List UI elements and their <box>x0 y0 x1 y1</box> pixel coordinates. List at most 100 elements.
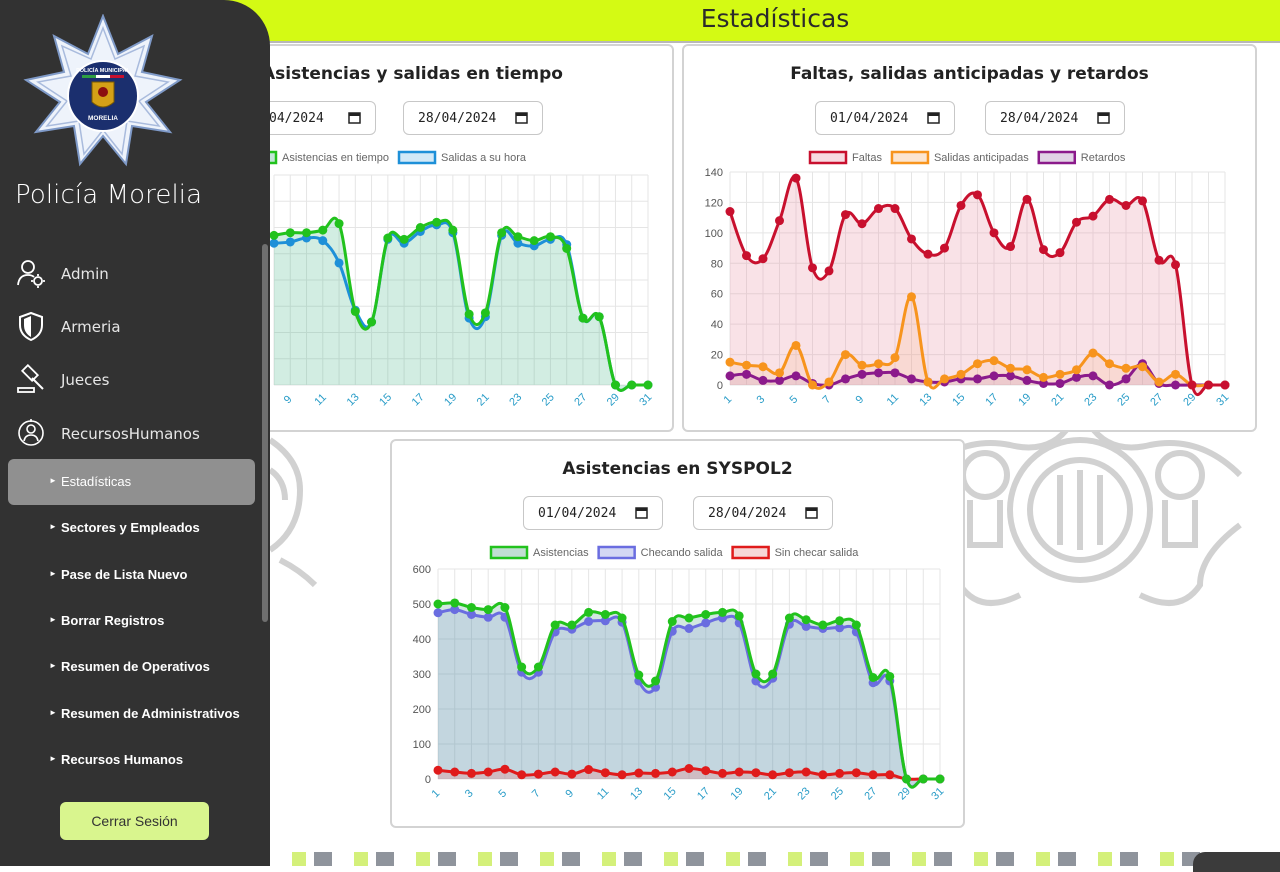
data-point <box>433 599 443 609</box>
legend-swatch <box>808 150 848 165</box>
data-point <box>594 312 604 322</box>
date-from-value: 04/2024 <box>269 111 324 126</box>
sidebar-item-jueces[interactable]: Jueces <box>0 360 260 400</box>
data-point <box>433 765 443 775</box>
x-tick-label: 27 <box>862 785 879 802</box>
data-point <box>989 356 999 366</box>
calendar-icon[interactable] <box>927 111 940 124</box>
data-point <box>973 190 982 200</box>
data-point <box>973 374 982 384</box>
data-point <box>717 607 727 617</box>
sidebar-subitem-sectores[interactable]: ► Sectores y Empleados <box>8 505 255 551</box>
x-tick-label: 23 <box>1082 391 1099 408</box>
logout-button[interactable]: Cerrar Sesión <box>60 802 209 840</box>
sidebar-subitem-borrar-registros[interactable]: ► Borrar Registros <box>8 598 255 644</box>
data-point <box>667 767 677 777</box>
data-point <box>801 767 811 777</box>
date-to-value: 28/04/2024 <box>1000 111 1079 126</box>
data-point <box>907 292 916 302</box>
x-tick-label: 13 <box>917 391 934 408</box>
x-tick-label: 27 <box>1148 391 1165 408</box>
date-from-input[interactable]: 01/04/2024 <box>815 101 955 135</box>
x-tick-label: 1 <box>429 787 442 800</box>
x-tick-label: 25 <box>1115 391 1132 408</box>
data-point <box>818 770 828 780</box>
data-point <box>285 237 295 247</box>
sidebar-item-admin[interactable]: Admin <box>0 254 260 294</box>
data-point <box>890 368 900 378</box>
sidebar-scrollbar[interactable] <box>262 244 268 622</box>
data-point <box>1006 242 1015 252</box>
data-point <box>545 232 555 242</box>
data-point <box>634 768 644 778</box>
data-point <box>483 605 493 615</box>
data-point <box>684 624 694 633</box>
page-title: Estadísticas <box>700 4 850 33</box>
data-point <box>725 207 735 217</box>
x-tick-label: 19 <box>729 785 746 802</box>
calendar-icon[interactable] <box>515 111 528 124</box>
data-point <box>923 377 933 387</box>
data-point <box>973 359 982 369</box>
date-from-value: 01/04/2024 <box>538 506 617 521</box>
data-point <box>956 200 966 210</box>
x-tick-label: 17 <box>410 391 427 408</box>
data-point <box>269 238 279 248</box>
date-to-input[interactable]: 28/04/2024 <box>403 101 543 135</box>
sidebar-subitem-resumen-operativos[interactable]: ► Resumen de Operativos <box>8 644 255 690</box>
sidebar-subitem-recursos-humanos[interactable]: ► Recursos Humanos <box>8 737 255 783</box>
legend-label: Salidas anticipadas <box>934 152 1029 164</box>
data-point <box>334 258 344 268</box>
x-tick-label: 19 <box>1016 391 1033 408</box>
legend-swatch <box>597 545 636 560</box>
calendar-icon[interactable] <box>348 111 361 124</box>
data-point <box>450 767 460 777</box>
sidebar-item-recursoshumanos[interactable]: RecursosHumanos <box>0 414 260 454</box>
sidebar-item-label: Armeria <box>61 318 121 336</box>
sidebar-subitem-label: Sectores y Empleados <box>61 520 200 535</box>
x-tick-label: 31 <box>637 391 654 408</box>
calendar-icon[interactable] <box>635 506 648 519</box>
data-point <box>824 377 834 387</box>
data-point <box>617 613 627 623</box>
gavel-icon <box>17 364 44 393</box>
sidebar-subitem-estadisticas[interactable]: ► Estadísticas <box>8 459 255 505</box>
date-to-input[interactable]: 28/04/2024 <box>985 101 1125 135</box>
brand-name: Policía Morelia <box>15 180 203 210</box>
date-from-value: 01/04/2024 <box>830 111 909 126</box>
data-point <box>567 620 577 630</box>
calendar-icon[interactable] <box>805 506 818 519</box>
y-tick-label: 20 <box>711 350 723 362</box>
data-point <box>890 353 900 363</box>
data-point <box>433 608 443 618</box>
y-tick-label: 140 <box>705 167 723 179</box>
legend-item: Retardos <box>1037 150 1126 165</box>
sidebar-item-armeria[interactable]: Armeria <box>0 307 260 347</box>
x-tick-label: 15 <box>377 391 394 408</box>
data-point <box>450 598 460 608</box>
sidebar-subitem-label: Borrar Registros <box>61 613 165 628</box>
data-point <box>851 768 861 778</box>
x-tick-label: 3 <box>463 787 476 800</box>
sidebar-subitem-label: Pase de Lista Nuevo <box>61 567 188 582</box>
date-to-input[interactable]: 28/04/2024 <box>693 496 833 530</box>
data-point <box>1154 377 1164 387</box>
data-point <box>269 230 279 240</box>
date-from-input[interactable]: 01/04/2024 <box>523 496 663 530</box>
sidebar-item-label: Jueces <box>61 371 110 389</box>
data-point <box>600 610 610 619</box>
sidebar-subitem-resumen-administrativos[interactable]: ► Resumen de Administrativos <box>8 691 255 737</box>
data-point <box>1121 363 1131 373</box>
data-point <box>1088 348 1098 358</box>
calendar-icon[interactable] <box>1097 111 1110 124</box>
data-point <box>466 603 476 612</box>
legend-label: Salidas a su hora <box>441 152 527 164</box>
x-tick-label: 25 <box>540 391 557 408</box>
y-tick-label: 100 <box>705 228 723 240</box>
data-point <box>758 254 768 264</box>
data-point <box>578 313 588 323</box>
data-point <box>989 228 999 238</box>
data-point <box>935 774 945 784</box>
sidebar-subitem-pase-de-lista[interactable]: ► Pase de Lista Nuevo <box>8 552 255 598</box>
data-point <box>550 767 560 777</box>
